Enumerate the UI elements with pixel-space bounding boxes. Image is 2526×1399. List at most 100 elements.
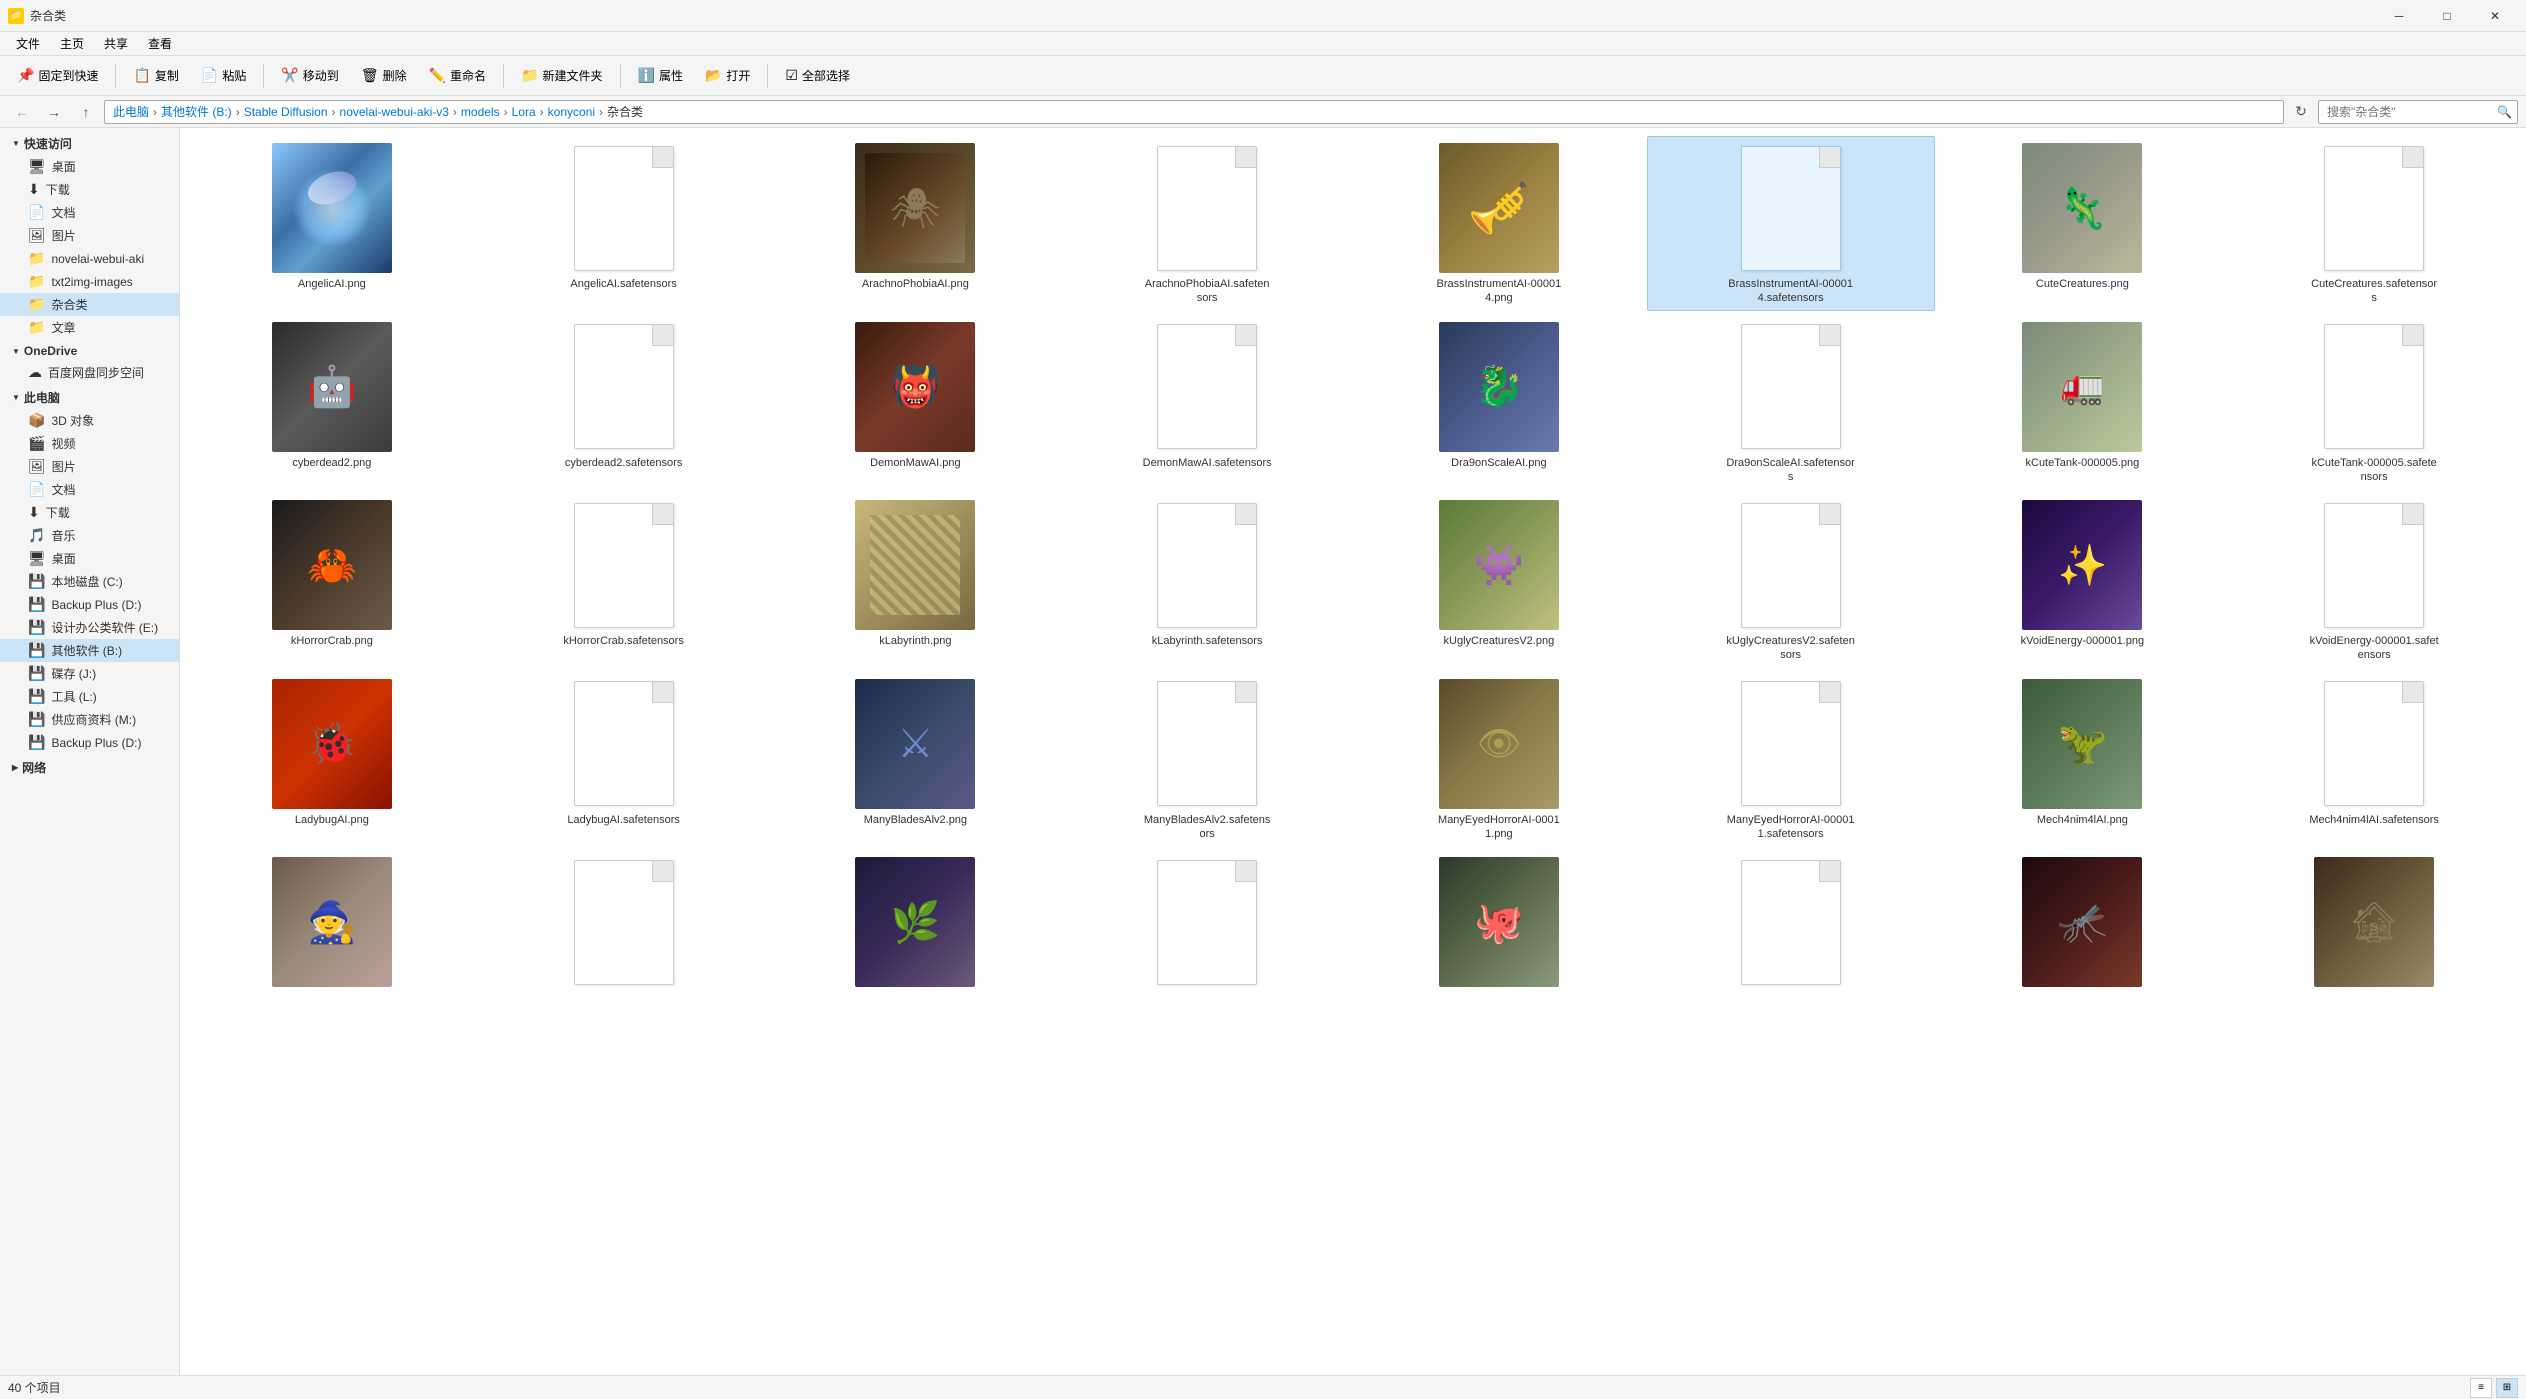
sidebar-item-3d[interactable]: 📦 3D 对象 — [0, 409, 179, 432]
sidebar-item-dl2[interactable]: ⬇ 下载 — [0, 501, 179, 524]
back-button[interactable]: ← — [8, 99, 36, 125]
file-item-angelic-st[interactable]: AngelicAI.safetensors — [480, 136, 768, 311]
sidebar-item-docs[interactable]: 📄 文档 — [0, 201, 179, 224]
sidebar-item-article[interactable]: 📁 文章 — [0, 316, 179, 339]
network-header[interactable]: ▶ 网络 — [0, 756, 179, 779]
refresh-button[interactable]: ↻ — [2288, 100, 2314, 124]
sidebar-item-download[interactable]: ⬇ 下载 — [0, 178, 179, 201]
sidebar-item-novelai[interactable]: 📁 novelai-webui-aki — [0, 247, 179, 270]
file-item-kvoid-png[interactable]: ✨ kVoidEnergy-000001.png — [1939, 493, 2227, 668]
delete-button[interactable]: 🗑 删除 — [352, 60, 416, 92]
file-item-klab-png[interactable]: kLabyrinth.png — [772, 493, 1060, 668]
file-item-r5e[interactable]: 🐙 — [1355, 850, 1643, 996]
crumb-thispc[interactable]: 此电脑 — [113, 103, 149, 120]
crumb-lora[interactable]: Lora — [512, 105, 536, 119]
sidebar-item-l[interactable]: 💾 工具 (L:) — [0, 685, 179, 708]
onedrive-header[interactable]: ▼ OneDrive — [0, 341, 179, 361]
file-item-mech4nim-png[interactable]: 🦖 Mech4nim4lAI.png — [1939, 672, 2227, 847]
file-item-cyber-png[interactable]: 🤖 cyberdead2.png — [188, 315, 476, 490]
file-item-klab-st[interactable]: kLabyrinth.safetensors — [1063, 493, 1351, 668]
newfolder-button[interactable]: 📁 新建文件夹 — [512, 60, 611, 92]
file-item-brass-png[interactable]: 🎺 BrassInstrumentAI-000014.png — [1355, 136, 1643, 311]
file-item-kugly-st[interactable]: kUglyCreaturesV2.safetensors — [1647, 493, 1935, 668]
file-item-r5a[interactable]: 🧙 — [188, 850, 476, 996]
file-item-demon-png[interactable]: 👹 DemonMawAI.png — [772, 315, 1060, 490]
rename-button[interactable]: ✏️ 重命名 — [420, 60, 495, 92]
crumb-konyconi[interactable]: konyconi — [548, 105, 595, 119]
sidebar-item-pics[interactable]: 🖼 图片 — [0, 455, 179, 478]
file-item-kvoid-st[interactable]: kVoidEnergy-000001.safetensors — [2230, 493, 2518, 668]
crumb-other[interactable]: 其他软件 (B:) — [161, 103, 232, 120]
file-item-r5f[interactable] — [1647, 850, 1935, 996]
sidebar-item-c[interactable]: 💾 本地磁盘 (C:) — [0, 570, 179, 593]
crumb-models[interactable]: models — [461, 105, 500, 119]
file-item-r5g[interactable]: 🦟 — [1939, 850, 2227, 996]
sidebar-item-e[interactable]: 💾 设计办公类软件 (E:) — [0, 616, 179, 639]
file-item-angelic-png[interactable]: AngelicAI.png — [188, 136, 476, 311]
file-item-mech4nim-st[interactable]: Mech4nim4lAI.safetensors — [2230, 672, 2518, 847]
sidebar-item-b[interactable]: 💾 其他软件 (B:) — [0, 639, 179, 662]
move-button[interactable]: ✂️ 移动到 — [272, 60, 347, 92]
open-button[interactable]: 📂 打开 — [696, 60, 759, 92]
file-item-kugly-png[interactable]: 👾 kUglyCreaturesV2.png — [1355, 493, 1643, 668]
sidebar-item-j[interactable]: 💾 碟存 (J:) — [0, 662, 179, 685]
copy-button[interactable]: 📋 复制 — [124, 60, 187, 92]
sidebar-item-d[interactable]: 💾 Backup Plus (D:) — [0, 593, 179, 616]
file-item-cute-png[interactable]: 🦎 CuteCreatures.png — [1939, 136, 2227, 311]
file-item-manyblades-st[interactable]: ManyBladesAlv2.safetensors — [1063, 672, 1351, 847]
selectall-button[interactable]: ☑ 全部选择 — [776, 60, 859, 92]
sidebar-item-desk2[interactable]: 🖥 桌面 — [0, 547, 179, 570]
file-item-cyber-st[interactable]: cyberdead2.safetensors — [480, 315, 768, 490]
file-item-kcutetank-st[interactable]: kCuteTank-000005.safetensors — [2230, 315, 2518, 490]
sidebar-item-video[interactable]: 🎬 视频 — [0, 432, 179, 455]
sidebar-item-desktop[interactable]: 🖥 桌面 — [0, 155, 179, 178]
file-item-khorror-st[interactable]: kHorrorCrab.safetensors — [480, 493, 768, 668]
file-item-kcutetank-png[interactable]: 🚛 kCuteTank-000005.png — [1939, 315, 2227, 490]
thispc-header[interactable]: ▼ 此电脑 — [0, 386, 179, 409]
file-item-dragon-png[interactable]: 🐉 Dra9onScaleAI.png — [1355, 315, 1643, 490]
sidebar-item-d2[interactable]: 💾 Backup Plus (D:) — [0, 731, 179, 754]
search-input[interactable] — [2318, 100, 2518, 124]
up-button[interactable]: ↑ — [72, 99, 100, 125]
file-item-r5h[interactable]: 🏚 — [2230, 850, 2518, 996]
file-item-r5b[interactable] — [480, 850, 768, 996]
file-item-dragon-st[interactable]: Dra9onScaleAI.safetensors — [1647, 315, 1935, 490]
file-item-r5d[interactable] — [1063, 850, 1351, 996]
file-item-khorror-png[interactable]: 🦀 kHorrorCrab.png — [188, 493, 476, 668]
icon-view-button[interactable]: ⊞ — [2496, 1378, 2518, 1398]
menu-view[interactable]: 查看 — [140, 33, 180, 54]
sidebar-item-docs2[interactable]: 📄 文档 — [0, 478, 179, 501]
file-item-ladybug-st[interactable]: LadybugAI.safetensors — [480, 672, 768, 847]
menu-home[interactable]: 主页 — [52, 33, 92, 54]
sidebar-item-baidu[interactable]: ☁ 百度网盘同步空间 — [0, 361, 179, 384]
menu-file[interactable]: 文件 — [8, 33, 48, 54]
file-item-r5c[interactable]: 🌿 — [772, 850, 1060, 996]
crumb-novel[interactable]: novelai-webui-aki-v3 — [340, 105, 449, 119]
sidebar-item-pictures[interactable]: 🖼 图片 — [0, 224, 179, 247]
crumb-sd[interactable]: Stable Diffusion — [244, 105, 328, 119]
file-item-manyeyed-st[interactable]: ManyEyedHorrorAI-000011.safetensors — [1647, 672, 1935, 847]
file-item-demon-st[interactable]: DemonMawAI.safetensors — [1063, 315, 1351, 490]
quick-access-header[interactable]: ▼ 快速访问 — [0, 132, 179, 155]
file-item-arachno-png[interactable]: 🕷 ArachnoPhobiaAI.png — [772, 136, 1060, 311]
sidebar-item-m[interactable]: 💾 供应商资料 (M:) — [0, 708, 179, 731]
details-view-button[interactable]: ≡ — [2470, 1378, 2492, 1398]
close-button[interactable]: ✕ — [2472, 0, 2518, 32]
menu-share[interactable]: 共享 — [96, 33, 136, 54]
minimize-button[interactable]: ─ — [2376, 0, 2422, 32]
maximize-button[interactable]: □ — [2424, 0, 2470, 32]
pin-button[interactable]: 📌 固定到快速 — [8, 60, 107, 92]
file-item-cute-st[interactable]: CuteCreatures.safetensors — [2230, 136, 2518, 311]
file-item-brass-st[interactable]: BrassInstrumentAI-000014.safetensors — [1647, 136, 1935, 311]
file-item-manyeyed-png[interactable]: 👁 ManyEyedHorrorAI-00011.png — [1355, 672, 1643, 847]
properties-button[interactable]: ℹ️ 属性 — [629, 60, 692, 92]
forward-button[interactable]: → — [40, 99, 68, 125]
sidebar-item-music[interactable]: 🎵 音乐 — [0, 524, 179, 547]
paste-button[interactable]: 📄 粘贴 — [192, 60, 255, 92]
address-path[interactable]: 此电脑 › 其他软件 (B:) › Stable Diffusion › nov… — [104, 100, 2284, 124]
sidebar-item-txt2img[interactable]: 📁 txt2img-images — [0, 270, 179, 293]
file-item-arachno-st[interactable]: ArachnoPhobiaAI.safetensors — [1063, 136, 1351, 311]
file-item-ladybug-png[interactable]: 🐞 LadybugAI.png — [188, 672, 476, 847]
sidebar-item-zahe[interactable]: 📁 杂合类 — [0, 293, 179, 316]
file-item-manyblades-png[interactable]: ⚔ ManyBladesAlv2.png — [772, 672, 1060, 847]
